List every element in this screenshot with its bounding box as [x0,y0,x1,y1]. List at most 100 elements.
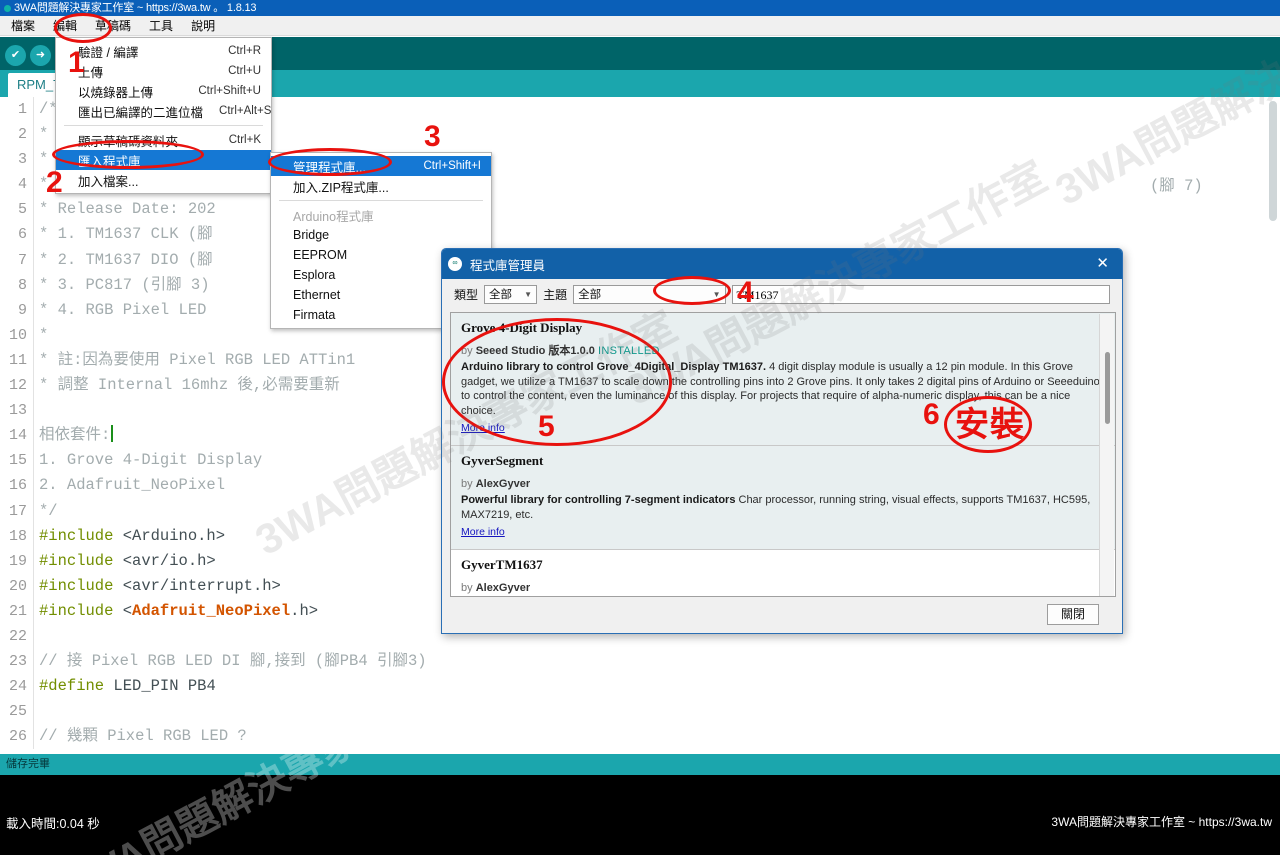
menu-item[interactable]: 加入.ZIP程式庫... [271,176,491,196]
library-list-scrollbar-thumb[interactable] [1105,352,1110,424]
close-button[interactable]: 關閉 [1047,604,1099,625]
library-list-scrollbar[interactable] [1099,314,1114,597]
dialog-titlebar: ∞ 程式庫管理員 ✕ [442,249,1122,279]
status-bar: 儲存完畢 [0,754,1280,775]
menu-item[interactable]: 加入檔案... [56,170,271,190]
code-span: 1. Grove 4-Digit Display [39,451,262,469]
editor-scrollbar-thumb[interactable] [1269,101,1277,221]
code-text: * 2. TM1637 DIO (腳 [34,248,213,273]
code-span: * [39,326,48,344]
library-description: Arduino library to control Grove_4Digita… [461,360,1101,418]
menu-item[interactable]: 顯示草稿碼資料夾Ctrl+K [56,130,271,150]
sketch-dropdown-menu[interactable]: 驗證 / 編譯Ctrl+R上傳Ctrl+U以燒錄器上傳Ctrl+Shift+U匯… [55,37,272,194]
menu-sketch[interactable]: 草稿碼 [92,16,134,35]
editor-scrollbar[interactable] [1266,97,1280,754]
code-line: 6* 1. TM1637 CLK (腳 [0,222,1280,247]
library-author-line: by AlexGyver [461,581,1101,596]
code-span: #include [39,602,113,620]
code-span: * 註:因為要使用 Pixel RGB LED ATTin1 [39,351,355,369]
library-manager-dialog[interactable]: ∞ 程式庫管理員 ✕ 類型 全部 ▼ 主題 全部 ▼ TM1637 Grove … [441,248,1123,634]
more-info-link[interactable]: More info [461,421,505,436]
menu-item-label: 驗證 / 編譯 [78,42,138,61]
console-panel: 載入時間:0.04 秒 3WA問題解決專家工作室 ~ https://3wa.t… [0,775,1280,855]
library-author: AlexGyver [476,478,530,490]
line-number: 2 [0,122,34,147]
menu-item[interactable]: 管理程式庫... Ctrl+Shift+I [271,156,491,176]
library-description-headline: Powerful library for controlling 7-segme… [461,494,735,506]
menu-item[interactable]: 匯出已編譯的二進位檔Ctrl+Alt+S [56,101,271,121]
menu-tools[interactable]: 工具 [146,16,176,35]
upload-button[interactable]: ➜ [30,45,51,66]
verify-button[interactable]: ✔ [5,45,26,66]
topic-select[interactable]: 全部 ▼ [573,285,725,304]
menu-item-shortcut: Ctrl+Shift+I [407,160,481,172]
line-number: 23 [0,649,34,674]
menu-help[interactable]: 說明 [188,16,218,35]
code-text: #include <Arduino.h> [34,524,225,549]
line-number: 19 [0,549,34,574]
library-entry[interactable]: GyverSegmentby AlexGyverPowerful library… [451,446,1115,550]
menu-item-label: Firmata [293,308,335,322]
menu-item-label: 匯入程式庫 [78,151,141,170]
code-span: <avr/interrupt.h> [113,577,280,595]
library-entry[interactable]: GyverTM1637by AlexGyverLibrary for advan… [451,550,1115,597]
library-version: 版本1.0.0 [548,345,594,357]
code-span: #define [39,677,104,695]
type-select[interactable]: 全部 ▼ [484,285,537,304]
line-number: 13 [0,398,34,423]
menu-item[interactable]: 以燒錄器上傳Ctrl+Shift+U [56,81,271,101]
line-number: 9 [0,298,34,323]
code-span: * 3. PC817 (引腳 3) [39,276,210,294]
menu-separator [279,200,483,201]
line-number: 18 [0,524,34,549]
code-span: <Arduino.h> [113,527,225,545]
code-text: * 3. PC817 (引腳 3) [34,273,210,298]
code-span: * [39,150,48,168]
code-text: * 調整 Internal 16mhz 後,必需要重新 [34,373,340,398]
line-number: 5 [0,197,34,222]
code-text: #include <avr/interrupt.h> [34,574,281,599]
code-text: // 接 Pixel RGB LED DI 腳,接到 (腳PB4 引腳3) [34,649,427,674]
menu-item-label: 管理程式庫... [293,157,366,176]
line-number: 11 [0,348,34,373]
menu-item[interactable]: 上傳Ctrl+U [56,61,271,81]
library-by-prefix: by [461,478,476,490]
line-number: 8 [0,273,34,298]
code-span: < [113,602,132,620]
library-list[interactable]: Grove 4-Digit Displayby Seeed Studio 版本1… [450,312,1116,597]
menu-item[interactable]: Bridge [271,225,491,245]
code-span: #include [39,552,113,570]
line-number: 25 [0,699,34,724]
code-text: #include <avr/io.h> [34,549,216,574]
screenshot-root: 3WA問題解決專家工作室 ~ https://3wa.tw 。 1.8.13 檔… [0,0,1280,855]
library-description: Powerful library for controlling 7-segme… [461,493,1101,522]
code-text: */ [34,499,58,524]
library-author-line: by AlexGyver [461,477,1101,492]
more-info-link[interactable]: More info [461,525,505,540]
menu-item-shortcut: Ctrl+U [212,65,261,77]
menu-item-label: Ethernet [293,288,340,302]
code-span: .h> [290,602,318,620]
menu-file[interactable]: 檔案 [8,16,38,35]
menubar: 檔案 編輯 草稿碼 工具 說明 [0,16,1280,36]
code-span: #include [39,527,113,545]
code-text: * [34,147,48,172]
filter-row: 類型 全部 ▼ 主題 全部 ▼ TM1637 [442,279,1122,309]
menu-item[interactable]: 驗證 / 編譯Ctrl+R [56,41,271,61]
menu-item[interactable]: 匯入程式庫 [56,150,271,170]
library-entry[interactable]: Grove 4-Digit Displayby Seeed Studio 版本1… [451,313,1115,446]
search-input[interactable]: TM1637 [732,285,1110,304]
close-icon[interactable]: ✕ [1089,253,1116,275]
code-text: 相依套件: [34,423,113,448]
arduino-icon [4,5,11,12]
line-number: 14 [0,423,34,448]
line-number: 4 [0,172,34,197]
menu-edit[interactable]: 編輯 [50,16,80,35]
menu-separator [64,125,263,126]
credit-label: 3WA問題解決專家工作室 ~ https://3wa.tw [1051,813,1272,830]
code-span: // 幾顆 Pixel RGB LED ? [39,727,247,745]
code-span: * 2. TM1637 DIO (腳 [39,251,213,269]
menu-item-shortcut: Ctrl+Shift+U [182,85,261,97]
code-span: * 1. TM1637 CLK (腳 [39,225,213,243]
library-description-headline: Arduino library to control Grove_4Digita… [461,361,766,373]
